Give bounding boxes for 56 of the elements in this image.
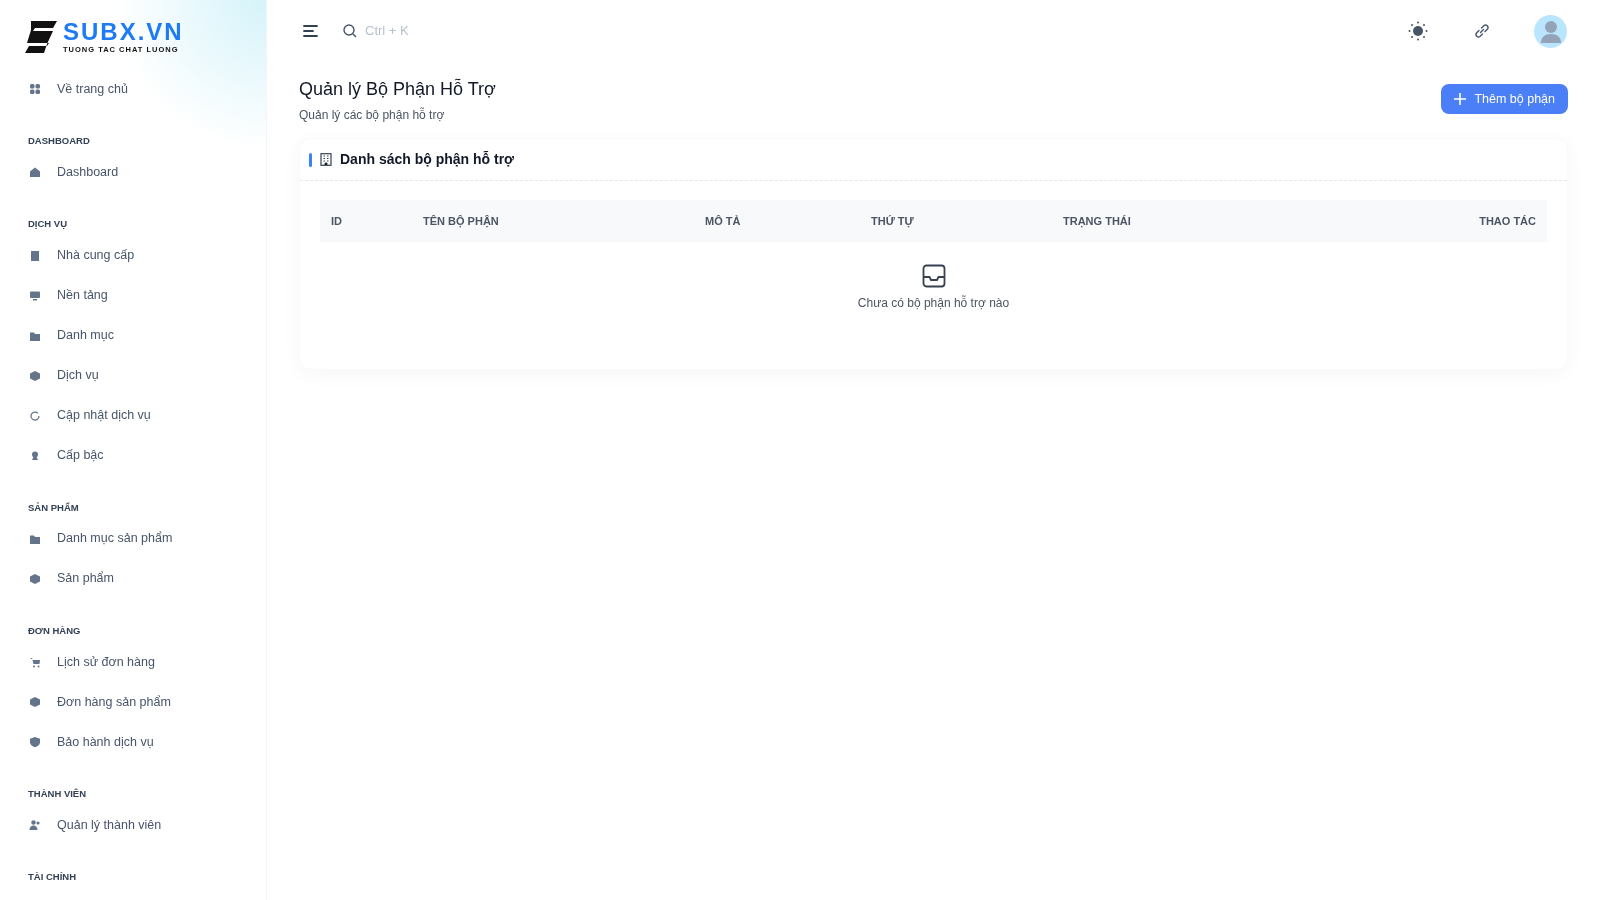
sidebar-item[interactable]: Nền tảng — [0, 275, 266, 316]
shield-icon — [29, 736, 41, 748]
accent-bar — [309, 152, 312, 167]
building-icon — [29, 249, 41, 262]
page-subtitle: Quản lý các bộ phận hỗ trợ — [299, 106, 446, 124]
cart-icon — [29, 656, 41, 668]
column-header: ID — [331, 213, 343, 229]
column-header: THỨ TỰ — [871, 213, 915, 230]
cube-icon — [29, 369, 41, 382]
sidebar-item[interactable]: Quản lý thành viên — [0, 805, 266, 846]
sidebar-item[interactable]: Dịch vụ — [0, 355, 266, 396]
inbox-icon — [921, 264, 946, 288]
sun-icon — [1408, 21, 1428, 41]
sidebar-item[interactable]: Bảo hành dịch vụ — [0, 722, 266, 762]
plus-icon — [1454, 93, 1467, 105]
avatar-icon — [1539, 19, 1562, 43]
column-header: TRẠNG THÁI — [1063, 213, 1132, 230]
section-heading: DASHBOARD — [27, 134, 91, 148]
avatar-button[interactable] — [1534, 14, 1567, 48]
card-title: Danh sách bộ phận hỗ trợ — [340, 150, 515, 169]
grid-icon — [29, 83, 41, 95]
section-heading: SẢN PHẨM — [27, 500, 80, 515]
search-icon — [343, 24, 357, 38]
search-field[interactable]: Ctrl + K — [365, 21, 525, 41]
sidebar-item[interactable]: Cập nhật dịch vụ — [0, 395, 266, 436]
building-icon — [320, 153, 332, 166]
column-header: MÔ TẢ — [705, 213, 742, 229]
sidebar-item[interactable]: Lịch sử đơn hàng — [0, 642, 266, 682]
sidebar-item[interactable]: Danh mục sản phẩm — [0, 518, 266, 559]
badge-icon — [29, 449, 41, 462]
logo-icon — [23, 21, 59, 53]
sidebar-item[interactable]: Đơn hàng sản phẩm — [0, 682, 266, 722]
cube-icon — [29, 696, 41, 708]
sidebar-item[interactable]: Sản phẩm — [0, 558, 266, 599]
sidebar-item[interactable]: Nhà cung cấp — [0, 235, 266, 276]
menu-icon — [303, 24, 319, 38]
monitor-icon — [29, 289, 41, 302]
add-department-button[interactable]: Thêm bộ phận — [1441, 84, 1568, 114]
sidebar-item[interactable]: Cấp bậc — [0, 435, 266, 476]
section-heading: THÀNH VIÊN — [27, 787, 88, 801]
users-icon — [29, 819, 41, 832]
sidebar-item[interactable]: Danh mục — [0, 315, 266, 356]
link-icon — [1473, 22, 1491, 40]
section-heading: ĐƠN HÀNG — [27, 623, 82, 638]
section-heading: DỊCH VỤ — [27, 217, 69, 232]
column-header: TÊN BỘ PHẬN — [423, 213, 500, 230]
refresh-icon — [29, 409, 41, 422]
empty-message: Chưa có bộ phận hỗ trợ nào — [857, 294, 1010, 312]
sidebar-item[interactable]: Về trang chủ — [0, 69, 266, 109]
column-header: THAO TÁC — [1479, 213, 1536, 229]
sidebar-item[interactable]: Dashboard — [0, 152, 266, 193]
cube-icon — [29, 572, 41, 585]
logo-text: SUBX.VN — [63, 20, 184, 45]
home-icon — [29, 166, 41, 179]
section-heading: TÀI CHÍNH — [27, 870, 78, 885]
page-title: Quản lý Bộ Phận Hỗ Trợ — [299, 77, 496, 101]
